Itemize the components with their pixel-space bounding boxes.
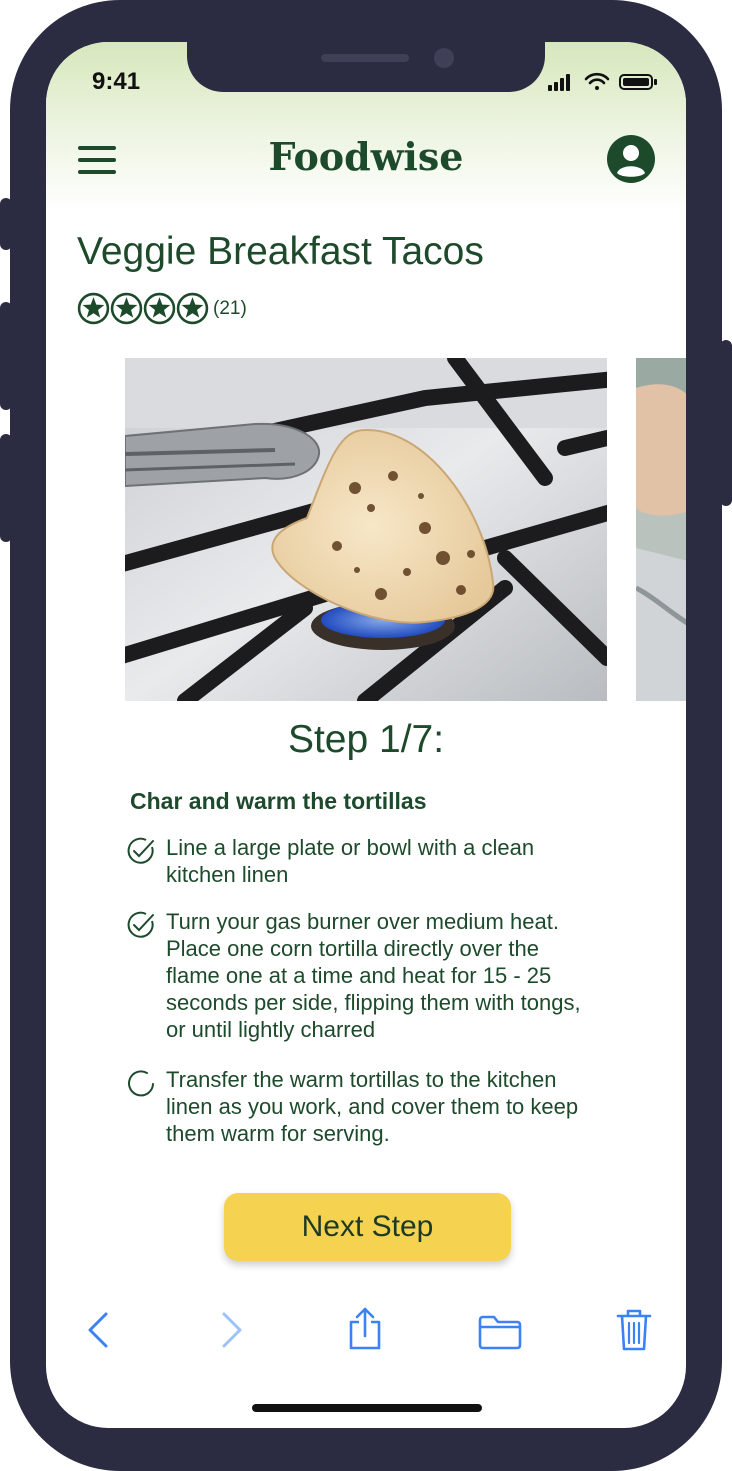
task-item[interactable]: Line a large plate or bowl with a clean …	[126, 834, 596, 888]
recipe-rating: (21)	[77, 292, 247, 325]
phone-volume-up	[0, 302, 12, 410]
step-counter: Step 1/7:	[287, 718, 445, 761]
phone-side-button	[0, 198, 12, 250]
front-camera	[434, 48, 454, 68]
signal-icon	[548, 74, 570, 91]
checkmark-circle-icon[interactable]	[126, 834, 166, 888]
notch	[187, 42, 545, 92]
next-step-button[interactable]: Next Step	[224, 1193, 511, 1261]
incomplete-circle-icon[interactable]	[126, 1066, 166, 1147]
star-icon	[77, 292, 110, 325]
status-icons	[546, 72, 658, 97]
wifi-icon	[584, 72, 610, 90]
task-item[interactable]: Turn your gas burner over medium heat. P…	[126, 908, 596, 1043]
task-item[interactable]: Transfer the warm tortillas to the kitch…	[126, 1066, 596, 1147]
task-text: Transfer the warm tortillas to the kitch…	[166, 1067, 579, 1146]
task-text: Line a large plate or bowl with a clean …	[166, 835, 535, 887]
phone-power-button	[720, 340, 732, 506]
star-icon	[176, 292, 209, 325]
profile-icon[interactable]	[606, 134, 656, 189]
screen: 9:41 Foodwise Veggie Breakfast Tacos (21…	[46, 42, 686, 1428]
star-rating	[77, 292, 209, 325]
battery-icon	[619, 74, 657, 90]
status-time: 9:41	[92, 68, 141, 95]
app-header: 9:41 Foodwise	[46, 42, 686, 212]
folder-icon[interactable]	[478, 1314, 522, 1355]
forward-icon[interactable]	[218, 1310, 246, 1355]
rating-count: (21)	[213, 297, 247, 319]
task-text: Turn your gas burner over medium heat. P…	[166, 909, 581, 1042]
share-icon[interactable]	[347, 1306, 383, 1357]
trash-icon[interactable]	[616, 1308, 652, 1357]
checkmark-circle-icon[interactable]	[126, 908, 166, 1043]
recipe-title: Veggie Breakfast Tacos	[77, 230, 484, 273]
star-icon	[110, 292, 143, 325]
speaker	[321, 54, 409, 62]
app-title: Foodwise	[268, 134, 464, 179]
step-photo-tortilla-on-burner[interactable]	[107, 350, 633, 709]
step-heading: Char and warm the tortillas	[130, 788, 427, 814]
next-step-photo-preview[interactable]	[634, 358, 686, 701]
star-icon	[143, 292, 176, 325]
phone-volume-down	[0, 434, 12, 542]
home-indicator[interactable]	[252, 1404, 482, 1412]
back-icon[interactable]	[84, 1310, 112, 1355]
